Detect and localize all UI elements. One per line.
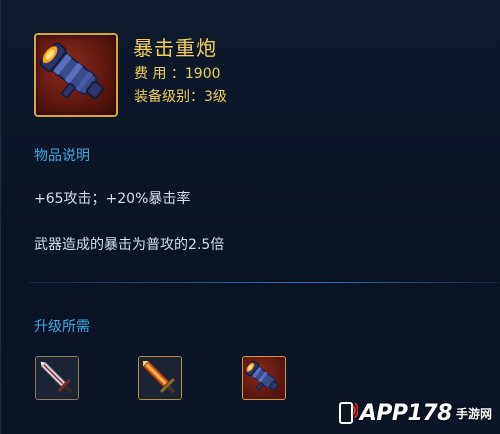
item-tooltip-panel: 暴击重炮 费 用 ：1900 装备级别：3级 物品说明 +65攻击；+20%暴击… — [0, 0, 500, 434]
description-effect: 武器造成的暴击为普攻的2.5倍 — [34, 237, 225, 253]
item-icon-frame[interactable] — [34, 33, 118, 117]
watermark-site: 手游网 — [455, 406, 492, 421]
item-cost: 费 用 ：1900 — [134, 66, 221, 82]
phone-logo-icon — [338, 402, 358, 424]
cannon-icon — [39, 42, 104, 99]
description-stats: +65攻击；+20%暴击率 — [34, 191, 191, 207]
upgrade-label: 升级所需 — [34, 319, 90, 335]
sword-icon — [36, 357, 78, 399]
watermark: APP178 手游网 — [336, 398, 492, 428]
recipe-slot-3[interactable] — [242, 356, 286, 400]
description-label: 物品说明 — [34, 148, 90, 164]
item-name: 暴击重炮 — [133, 36, 217, 60]
watermark-brand: APP178 — [359, 400, 453, 426]
recipe-slot-1[interactable] — [35, 356, 79, 400]
section-divider — [29, 282, 499, 283]
item-level: 装备级别：3级 — [134, 89, 227, 105]
recipe-slot-2[interactable] — [138, 356, 182, 400]
flame-sword-icon — [139, 357, 181, 399]
cannon-icon — [244, 360, 279, 391]
